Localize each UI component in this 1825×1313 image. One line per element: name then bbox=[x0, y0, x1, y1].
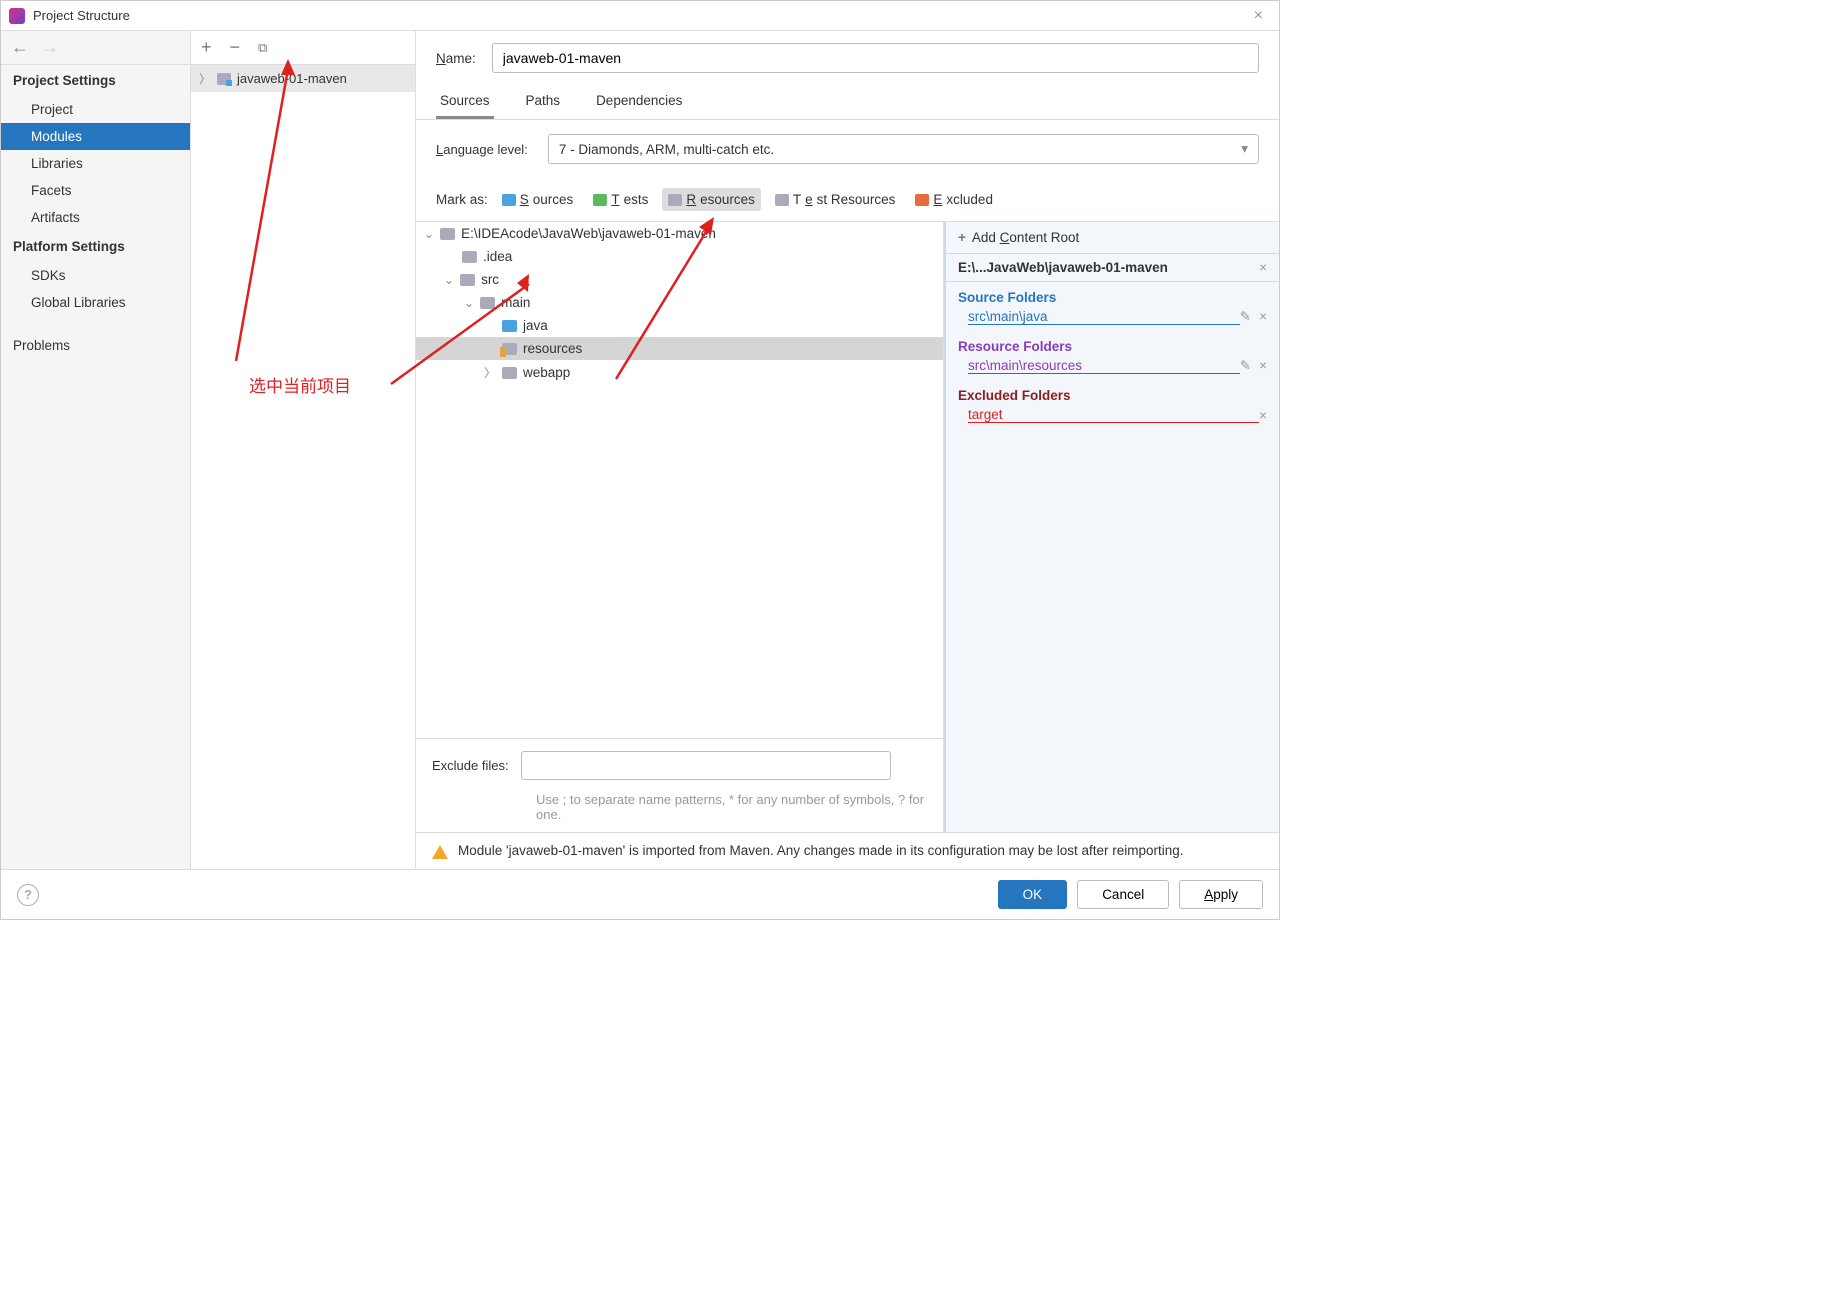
chevron-right-icon: 〉 bbox=[484, 364, 496, 381]
apply-button[interactable]: Apply bbox=[1179, 880, 1263, 909]
remove-icon[interactable]: × bbox=[1259, 358, 1267, 374]
resource-folder-item[interactable]: src\main\resources bbox=[968, 358, 1240, 374]
module-toolbar: + − ⧉ bbox=[191, 31, 415, 65]
mark-as-tests[interactable]: Tests bbox=[587, 188, 654, 211]
module-tree-item[interactable]: 〉 javaweb-01-maven bbox=[191, 65, 415, 92]
chevron-down-icon: ⌄ bbox=[464, 296, 474, 310]
sidebar-item-facets[interactable]: Facets bbox=[1, 177, 190, 204]
sidebar-item-sdks[interactable]: SDKs bbox=[1, 262, 190, 289]
module-panel: + − ⧉ 〉 javaweb-01-maven bbox=[191, 31, 416, 869]
help-icon[interactable]: ? bbox=[17, 884, 39, 906]
folder-icon bbox=[462, 251, 477, 263]
ok-button[interactable]: OK bbox=[998, 880, 1068, 909]
sidebar-item-libraries[interactable]: Libraries bbox=[1, 150, 190, 177]
mark-as-sources[interactable]: Sources bbox=[496, 188, 580, 211]
exclude-hint: Use ; to separate name patterns, * for a… bbox=[416, 792, 943, 832]
mark-as-resources[interactable]: Resources bbox=[662, 188, 761, 211]
mark-as-excluded[interactable]: Excluded bbox=[909, 188, 999, 211]
warning-text: Module 'javaweb-01-maven' is imported fr… bbox=[458, 843, 1184, 858]
sidebar-item-artifacts[interactable]: Artifacts bbox=[1, 204, 190, 231]
source-tree-panel: ⌄ E:\IDEAcode\JavaWeb\javaweb-01-maven .i… bbox=[416, 222, 944, 832]
mark-as-label: Mark as: bbox=[436, 192, 488, 207]
titlebar: Project Structure × bbox=[1, 1, 1279, 31]
nav-arrows: ← → bbox=[1, 31, 190, 65]
details-panel: Name: Sources Paths Dependencies Languag… bbox=[416, 31, 1279, 869]
excluded-folder-item[interactable]: target bbox=[968, 407, 1259, 423]
forward-icon[interactable]: → bbox=[41, 37, 59, 58]
warning-row: Module 'javaweb-01-maven' is imported fr… bbox=[416, 832, 1279, 869]
content-root-path[interactable]: E:\...JavaWeb\javaweb-01-maven× bbox=[946, 254, 1279, 282]
module-name: javaweb-01-maven bbox=[237, 71, 347, 86]
mark-as-test-resources[interactable]: Test Resources bbox=[769, 188, 902, 211]
warning-icon bbox=[432, 845, 448, 859]
chevron-down-icon: ⌄ bbox=[444, 273, 454, 287]
language-level-label: Language level: bbox=[436, 142, 528, 157]
sidebar-item-project[interactable]: Project bbox=[1, 96, 190, 123]
add-icon[interactable]: + bbox=[201, 37, 212, 58]
back-icon[interactable]: ← bbox=[11, 37, 29, 58]
folder-icon bbox=[502, 367, 517, 379]
footer: ? OK Cancel Apply bbox=[1, 869, 1279, 919]
folder-icon bbox=[502, 320, 517, 332]
excluded-folders-title: Excluded Folders bbox=[946, 380, 1279, 405]
chevron-down-icon: ▾ bbox=[1241, 141, 1248, 157]
remove-root-icon[interactable]: × bbox=[1259, 260, 1267, 275]
folder-icon bbox=[440, 228, 455, 240]
sidebar: ← → Project Settings Project Modules Lib… bbox=[1, 31, 191, 869]
chevron-down-icon: ⌄ bbox=[424, 227, 434, 241]
name-label: Name: bbox=[436, 51, 476, 66]
exclude-files-label: Exclude files: bbox=[432, 758, 509, 773]
source-folder-item[interactable]: src\main\java bbox=[968, 309, 1240, 325]
remove-icon[interactable]: − bbox=[230, 37, 241, 58]
folder-icon bbox=[460, 274, 475, 286]
platform-settings-header: Platform Settings bbox=[1, 231, 190, 262]
edit-icon[interactable]: ✎ bbox=[1240, 309, 1251, 325]
remove-icon[interactable]: × bbox=[1259, 408, 1267, 423]
tabs: Sources Paths Dependencies bbox=[416, 85, 1279, 120]
folder-icon bbox=[480, 297, 495, 309]
sidebar-item-global-libraries[interactable]: Global Libraries bbox=[1, 289, 190, 316]
tree-src: src bbox=[481, 272, 499, 287]
tree-resources: resources bbox=[523, 341, 582, 356]
sidebar-item-modules[interactable]: Modules bbox=[1, 123, 190, 150]
tab-dependencies[interactable]: Dependencies bbox=[592, 85, 686, 119]
language-level-value: 7 - Diamonds, ARM, multi-catch etc. bbox=[559, 142, 774, 157]
tree-idea: .idea bbox=[483, 249, 512, 264]
tab-sources[interactable]: Sources bbox=[436, 85, 494, 119]
copy-icon[interactable]: ⧉ bbox=[258, 40, 267, 56]
window-title: Project Structure bbox=[33, 8, 1246, 23]
close-icon[interactable]: × bbox=[1246, 7, 1271, 25]
add-content-root[interactable]: +Add Content Root bbox=[946, 222, 1279, 254]
tree-main: main bbox=[501, 295, 530, 310]
name-input[interactable] bbox=[492, 43, 1259, 73]
cancel-button[interactable]: Cancel bbox=[1077, 880, 1169, 909]
language-level-select[interactable]: 7 - Diamonds, ARM, multi-catch etc. ▾ bbox=[548, 134, 1259, 164]
tree-root: E:\IDEAcode\JavaWeb\javaweb-01-maven bbox=[461, 226, 716, 241]
source-tree[interactable]: ⌄ E:\IDEAcode\JavaWeb\javaweb-01-maven .i… bbox=[416, 222, 943, 738]
sidebar-item-problems[interactable]: Problems bbox=[1, 332, 190, 359]
chevron-right-icon: 〉 bbox=[199, 70, 211, 87]
resource-folders-title: Resource Folders bbox=[946, 331, 1279, 356]
resource-folder-icon bbox=[502, 343, 517, 355]
content-roots-panel: +Add Content Root E:\...JavaWeb\javaweb-… bbox=[944, 222, 1279, 832]
project-settings-header: Project Settings bbox=[1, 65, 190, 96]
tree-webapp: webapp bbox=[523, 365, 570, 380]
app-icon bbox=[9, 8, 25, 24]
source-folders-title: Source Folders bbox=[946, 282, 1279, 307]
tree-java: java bbox=[523, 318, 548, 333]
exclude-files-input[interactable] bbox=[521, 751, 891, 780]
edit-icon[interactable]: ✎ bbox=[1240, 358, 1251, 374]
module-icon bbox=[217, 73, 231, 85]
tab-paths[interactable]: Paths bbox=[522, 85, 565, 119]
remove-icon[interactable]: × bbox=[1259, 309, 1267, 325]
